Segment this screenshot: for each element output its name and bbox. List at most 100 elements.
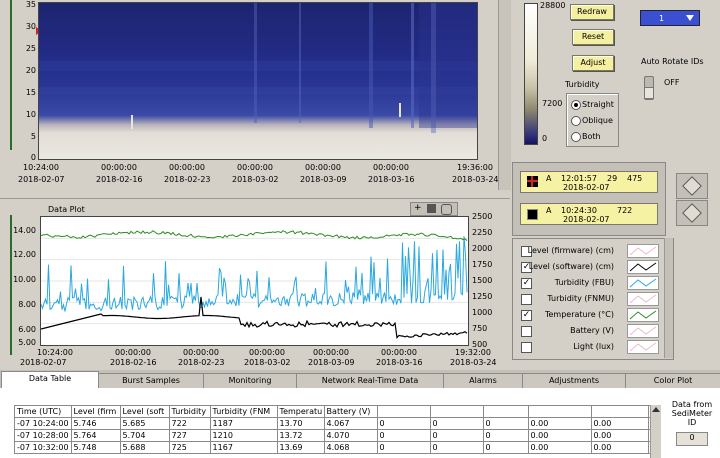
legend-row[interactable]: Turbidity (FNMU) bbox=[516, 291, 664, 307]
legend-swatch[interactable] bbox=[627, 308, 659, 322]
data-table[interactable]: Time (UTC) Level (firm Level (soft Turbidit… bbox=[14, 405, 660, 454]
table-cell[interactable]: 5.688 bbox=[119, 441, 170, 454]
table-cell[interactable]: 5.764 bbox=[70, 429, 121, 442]
table-cell[interactable]: 13.72 bbox=[276, 429, 325, 442]
legend-swatch[interactable] bbox=[627, 260, 659, 274]
table-cell[interactable]: 0 bbox=[376, 441, 431, 454]
table-cell[interactable]: 13.69 bbox=[276, 441, 325, 454]
tab-data-table[interactable]: Data Table bbox=[1, 371, 99, 389]
table-cell[interactable]: 0.00 bbox=[590, 441, 649, 454]
pan-diamond-button-1[interactable] bbox=[676, 173, 708, 199]
cursor-row-1[interactable]: A 12:01:57 2018-02-07 29 475 bbox=[520, 171, 658, 193]
table-cell[interactable]: 5.704 bbox=[119, 429, 170, 442]
legend-row[interactable]: ✓ Temperature (°C) bbox=[516, 307, 664, 323]
cursor-box-icon[interactable] bbox=[527, 209, 538, 220]
table-cell[interactable]: -07 10:28:00 bbox=[14, 429, 72, 442]
legend-swatch[interactable] bbox=[627, 324, 659, 338]
tab-network-real-time-data[interactable]: Network Real-Time Data bbox=[296, 373, 444, 388]
legend-row[interactable]: Light (lux) bbox=[516, 339, 664, 355]
tab-adjustments[interactable]: Adjustments bbox=[522, 373, 626, 388]
table-cell[interactable]: 1187 bbox=[209, 417, 278, 430]
table-scrollbar[interactable] bbox=[650, 405, 661, 458]
tab-burst-samples[interactable]: Burst Samples bbox=[98, 373, 204, 388]
cursor-crosshair-icon[interactable] bbox=[527, 176, 538, 187]
table-cell[interactable]: 0 bbox=[482, 441, 529, 454]
table-cell[interactable]: 4.070 bbox=[323, 429, 378, 442]
plot-tools[interactable]: + bbox=[410, 202, 458, 216]
column-header[interactable] bbox=[590, 405, 649, 418]
table-cell[interactable]: 0.00 bbox=[527, 417, 592, 430]
id-select[interactable]: 1 bbox=[640, 10, 700, 26]
tab-monitoring[interactable]: Monitoring bbox=[203, 373, 297, 388]
column-header[interactable] bbox=[527, 405, 592, 418]
table-cell[interactable]: -07 10:32:00 bbox=[14, 441, 72, 454]
legend-checkbox[interactable] bbox=[521, 326, 532, 337]
column-header[interactable]: Level (firm bbox=[70, 405, 121, 418]
data-plot-area[interactable] bbox=[40, 216, 469, 346]
legend-checkbox[interactable] bbox=[521, 294, 532, 305]
legend-swatch[interactable] bbox=[627, 244, 659, 258]
table-row[interactable]: -07 10:24:00 5.746 5.685 722 1187 13.70 4.067 0… bbox=[14, 417, 660, 430]
table-row[interactable]: -07 10:28:00 5.764 5.704 727 1210 13.72 4.070 0… bbox=[14, 429, 660, 442]
table-cell[interactable]: 0.00 bbox=[527, 441, 592, 454]
crosshair-tool-icon[interactable]: + bbox=[414, 203, 422, 213]
column-header[interactable]: Turbidity bbox=[168, 405, 211, 418]
legend-checkbox[interactable] bbox=[521, 342, 532, 353]
table-cell[interactable]: 5.685 bbox=[119, 417, 170, 430]
pan-diamond-button-2[interactable] bbox=[676, 200, 708, 226]
cursor-row-2[interactable]: A 10:24:30 2018-02-07 722 bbox=[520, 203, 658, 225]
legend-swatch[interactable] bbox=[627, 340, 659, 354]
column-header[interactable]: Temperatu bbox=[276, 405, 325, 418]
redraw-button[interactable]: Redraw bbox=[570, 4, 614, 20]
table-cell[interactable]: 722 bbox=[168, 417, 211, 430]
table-cell[interactable]: 0 bbox=[429, 441, 484, 454]
legend-row[interactable]: ✓ Level (software) (cm) bbox=[516, 259, 664, 275]
sedimeter-id-field[interactable]: 0 bbox=[676, 432, 708, 446]
tab-alarms[interactable]: Alarms bbox=[443, 373, 523, 388]
adjust-button[interactable]: Adjust bbox=[572, 55, 614, 71]
table-cell[interactable]: -07 10:24:00 bbox=[14, 417, 72, 430]
radio-straight[interactable] bbox=[571, 100, 581, 110]
legend-checkbox[interactable]: ✓ bbox=[521, 310, 532, 321]
table-cell[interactable]: 0 bbox=[482, 429, 529, 442]
column-header[interactable] bbox=[429, 405, 484, 418]
column-header[interactable]: Level (soft bbox=[119, 405, 170, 418]
column-header[interactable] bbox=[482, 405, 529, 418]
table-cell[interactable]: 0.00 bbox=[590, 429, 649, 442]
column-header[interactable]: Turbidity (FNM bbox=[209, 405, 278, 418]
table-cell[interactable]: 0.00 bbox=[527, 429, 592, 442]
column-header[interactable] bbox=[376, 405, 431, 418]
radio-oblique[interactable] bbox=[571, 116, 581, 126]
table-cell[interactable]: 725 bbox=[168, 441, 211, 454]
table-cell[interactable]: 0 bbox=[429, 417, 484, 430]
legend-swatch[interactable] bbox=[627, 292, 659, 306]
table-cell[interactable]: 0.00 bbox=[590, 417, 649, 430]
legend-row[interactable]: Level (firmware) (cm) bbox=[516, 243, 664, 259]
scroll-up-arrow[interactable] bbox=[652, 407, 660, 412]
reset-button[interactable]: Reset bbox=[572, 29, 614, 45]
table-cell[interactable]: 0 bbox=[429, 429, 484, 442]
table-cell[interactable]: 13.70 bbox=[276, 417, 325, 430]
table-cell[interactable]: 727 bbox=[168, 429, 211, 442]
table-cell[interactable]: 5.748 bbox=[70, 441, 121, 454]
legend-scrollbar[interactable] bbox=[664, 238, 673, 358]
radio-both[interactable] bbox=[571, 132, 581, 142]
legend-row[interactable]: ✓ Turbidity (FBU) bbox=[516, 275, 664, 291]
table-cell[interactable]: 0 bbox=[482, 417, 529, 430]
top-plot-scrollbar[interactable] bbox=[498, 0, 511, 190]
tab-color-plot[interactable]: Color Plot bbox=[625, 373, 720, 388]
table-cell[interactable]: 4.067 bbox=[323, 417, 378, 430]
hand-tool-icon[interactable] bbox=[441, 204, 452, 215]
table-cell[interactable]: 0 bbox=[376, 429, 431, 442]
legend-row[interactable]: Battery (V) bbox=[516, 323, 664, 339]
table-row[interactable]: -07 10:32:00 5.748 5.688 725 1167 13.69 4.068 0… bbox=[14, 441, 660, 454]
table-cell[interactable]: 5.746 bbox=[70, 417, 121, 430]
table-cell[interactable]: 1167 bbox=[209, 441, 278, 454]
column-header[interactable]: Battery (V) bbox=[323, 405, 378, 418]
auto-rotate-toggle[interactable] bbox=[644, 76, 654, 100]
column-header[interactable]: Time (UTC) bbox=[14, 405, 72, 418]
table-cell[interactable]: 4.068 bbox=[323, 441, 378, 454]
zoom-tool-icon[interactable] bbox=[427, 204, 436, 213]
table-cell[interactable]: 1210 bbox=[209, 429, 278, 442]
heatmap-plot[interactable] bbox=[38, 2, 478, 160]
